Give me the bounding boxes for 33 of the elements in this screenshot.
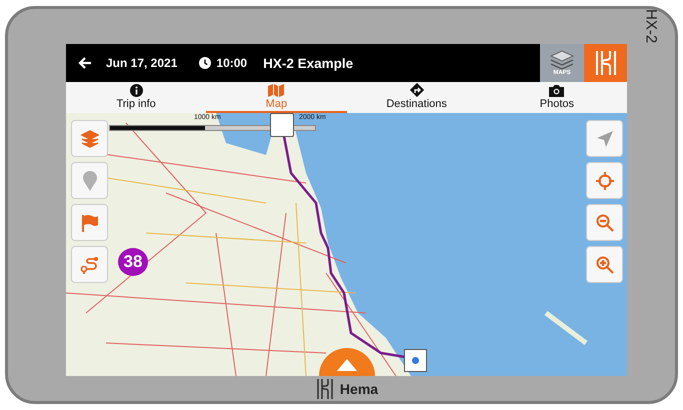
tab[interactable]: Photos — [486, 82, 627, 113]
route-start-marker — [270, 113, 294, 137]
tab[interactable]: Destinations — [346, 82, 487, 113]
back-arrow-icon — [78, 56, 92, 70]
layers-icon — [80, 130, 98, 148]
navigate-button[interactable] — [586, 120, 623, 157]
caret-up-icon — [337, 358, 357, 370]
layers-icon — [550, 50, 574, 70]
zoom-in-button[interactable] — [586, 246, 623, 283]
brand-name: Hema — [340, 380, 378, 396]
map-icon — [268, 84, 284, 96]
zoom-out-button[interactable] — [586, 204, 623, 241]
zoom-out-icon — [596, 214, 614, 232]
clock-icon — [199, 57, 212, 69]
locate-button[interactable] — [586, 162, 623, 199]
flag-button[interactable] — [71, 204, 108, 241]
zoom-in-icon — [596, 256, 614, 274]
pin-button[interactable] — [71, 162, 108, 199]
pin-icon — [82, 170, 96, 190]
brand-logo-icon — [314, 378, 335, 400]
trip-title: HX-2 Example — [263, 56, 354, 70]
crosshair-icon — [596, 172, 614, 190]
trip-date: Jun 17, 2021 — [106, 56, 178, 70]
logo-button[interactable] — [584, 44, 627, 82]
model-label: HX-2 — [642, 9, 660, 44]
navigation-arrow-icon — [596, 130, 614, 148]
route-icon — [80, 256, 100, 274]
location-marker — [404, 349, 427, 372]
route-button[interactable] — [71, 246, 108, 283]
trip-time: 10:00 — [216, 56, 248, 70]
flag-icon — [80, 214, 98, 232]
tab[interactable]: Trip info — [66, 82, 206, 113]
layers-button[interactable] — [71, 120, 108, 157]
